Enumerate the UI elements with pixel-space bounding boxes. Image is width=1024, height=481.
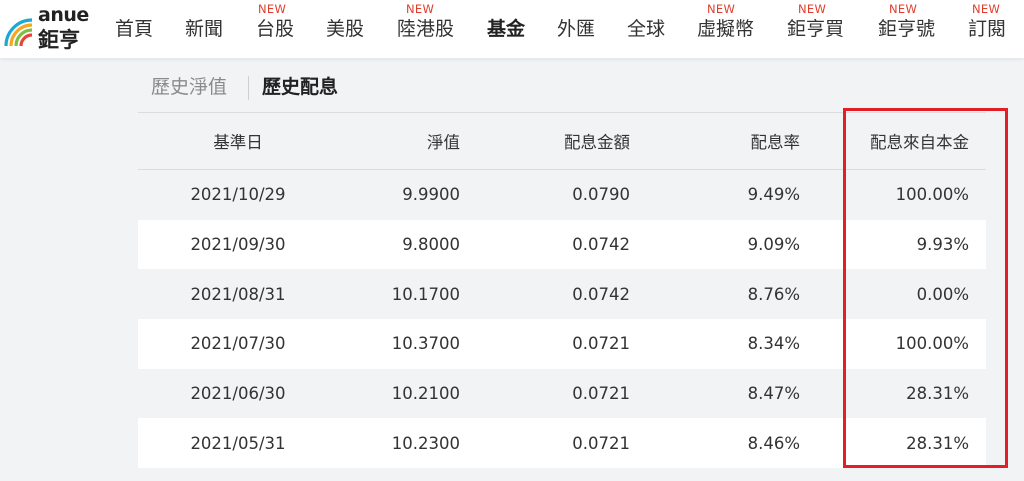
nav-item-label: 新聞: [185, 18, 224, 40]
nav-item-home[interactable]: 首頁: [115, 16, 153, 42]
cell-date: 2021/09/30: [190, 235, 286, 255]
tab-nav-history[interactable]: 歷史淨值: [151, 72, 227, 102]
cell-nav: 10.2300: [391, 433, 460, 453]
cell-date: 2021/05/31: [190, 433, 286, 453]
cell-nav: 9.9900: [402, 185, 460, 205]
nav-item-label: 訂閱: [968, 18, 1007, 40]
cell-rate: 8.34%: [747, 334, 800, 354]
cell-amount: 0.0790: [572, 185, 630, 205]
cell-nav: 9.8000: [402, 235, 460, 255]
tab-dividend-history[interactable]: 歷史配息: [262, 72, 338, 102]
table-row: 2021/06/30 10.2100 0.0721 8.47% 28.31%: [138, 368, 986, 419]
cell-capital: 28.31%: [906, 433, 969, 453]
header-dividend-amount: 配息金額: [564, 133, 630, 152]
cell-date: 2021/07/30: [190, 334, 286, 354]
cell-date: 2021/10/29: [190, 185, 286, 205]
anue-logo[interactable]: anue 鉅亨: [2, 4, 92, 54]
cell-nav: 10.1700: [391, 284, 460, 304]
brand-name-en: anue: [38, 4, 89, 26]
cell-amount: 0.0721: [572, 334, 630, 354]
rainbow-arcs-icon: [4, 18, 33, 47]
nav-item-global[interactable]: 全球: [627, 16, 665, 42]
nav-item-subscribe[interactable]: 訂閱: [968, 16, 1006, 42]
nav-item-label: 鉅亨買: [787, 18, 845, 40]
cell-rate: 9.09%: [747, 235, 800, 255]
cell-rate: 8.46%: [747, 433, 800, 453]
nav-item-label: 美股: [326, 18, 365, 40]
header-dividend-rate: 配息率: [750, 133, 801, 152]
new-badge: NEW: [707, 2, 736, 16]
nav-item-label: 外匯: [557, 18, 596, 40]
top-navigation-bar: anue 鉅亨 首頁 新聞 NEW 台股 美股 NEW 陸港股 基金 外匯 全球…: [0, 0, 1024, 58]
new-badge: NEW: [798, 2, 827, 16]
nav-item-tw-stocks[interactable]: 台股: [256, 16, 294, 42]
nav-item-anue-buy[interactable]: 鉅亨買: [787, 16, 844, 42]
tab-divider: [248, 76, 249, 100]
cell-amount: 0.0742: [572, 235, 630, 255]
dividend-history-table: 基準日 淨值 配息金額 配息率 配息來自本金 2021/10/29 9.9900…: [138, 112, 986, 469]
nav-item-forex[interactable]: 外匯: [557, 16, 595, 42]
nav-item-label: 陸港股: [397, 18, 455, 40]
cell-capital: 28.31%: [906, 384, 969, 404]
nav-item-funds[interactable]: 基金: [487, 16, 525, 42]
cell-amount: 0.0721: [572, 433, 630, 453]
nav-item-label: 虛擬幣: [697, 18, 755, 40]
table-header-row: 基準日 淨值 配息金額 配息率 配息來自本金: [138, 113, 986, 170]
nav-item-news[interactable]: 新聞: [185, 16, 223, 42]
nav-item-label: 台股: [256, 18, 295, 40]
new-badge: NEW: [406, 2, 435, 16]
new-badge: NEW: [258, 2, 287, 16]
cell-amount: 0.0721: [572, 384, 630, 404]
nav-item-label: 鉅亨號: [878, 18, 936, 40]
cell-capital: 100.00%: [895, 334, 969, 354]
table-row: 2021/10/29 9.9900 0.0790 9.49% 100.00%: [138, 170, 986, 220]
cell-nav: 10.3700: [391, 334, 460, 354]
nav-item-label: 首頁: [115, 18, 154, 40]
nav-item-label: 基金: [487, 18, 526, 40]
cell-rate: 9.49%: [747, 185, 800, 205]
new-badge: NEW: [889, 2, 918, 16]
cell-rate: 8.47%: [747, 384, 800, 404]
cell-nav: 10.2100: [391, 384, 460, 404]
cell-capital: 9.93%: [916, 235, 969, 255]
table-row: 2021/08/31 10.1700 0.0742 8.76% 0.00%: [138, 269, 986, 320]
cell-amount: 0.0742: [572, 284, 630, 304]
nav-item-label: 全球: [627, 18, 666, 40]
header-dividend-from-capital: 配息來自本金: [870, 133, 969, 152]
header-nav: 淨值: [427, 133, 460, 152]
cell-rate: 8.76%: [747, 284, 800, 304]
nav-item-anue-channel[interactable]: 鉅亨號: [878, 16, 935, 42]
table-row: 2021/07/30 10.3700 0.0721 8.34% 100.00%: [138, 319, 986, 369]
header-base-date: 基準日: [213, 133, 263, 152]
table-row: 2021/05/31 10.2300 0.0721 8.46% 28.31%: [138, 418, 986, 469]
new-badge: NEW: [972, 2, 1001, 16]
table-row: 2021/09/30 9.8000 0.0742 9.09% 9.93%: [138, 219, 986, 270]
brand-name-zh: 鉅亨: [38, 28, 80, 52]
cell-date: 2021/08/31: [190, 284, 286, 304]
nav-item-china-hk-stocks[interactable]: 陸港股: [397, 16, 454, 42]
cell-capital: 100.00%: [895, 185, 969, 205]
cell-date: 2021/06/30: [190, 384, 286, 404]
nav-item-crypto[interactable]: 虛擬幣: [697, 16, 754, 42]
nav-item-us-stocks[interactable]: 美股: [326, 16, 364, 42]
cell-capital: 0.00%: [916, 284, 969, 304]
